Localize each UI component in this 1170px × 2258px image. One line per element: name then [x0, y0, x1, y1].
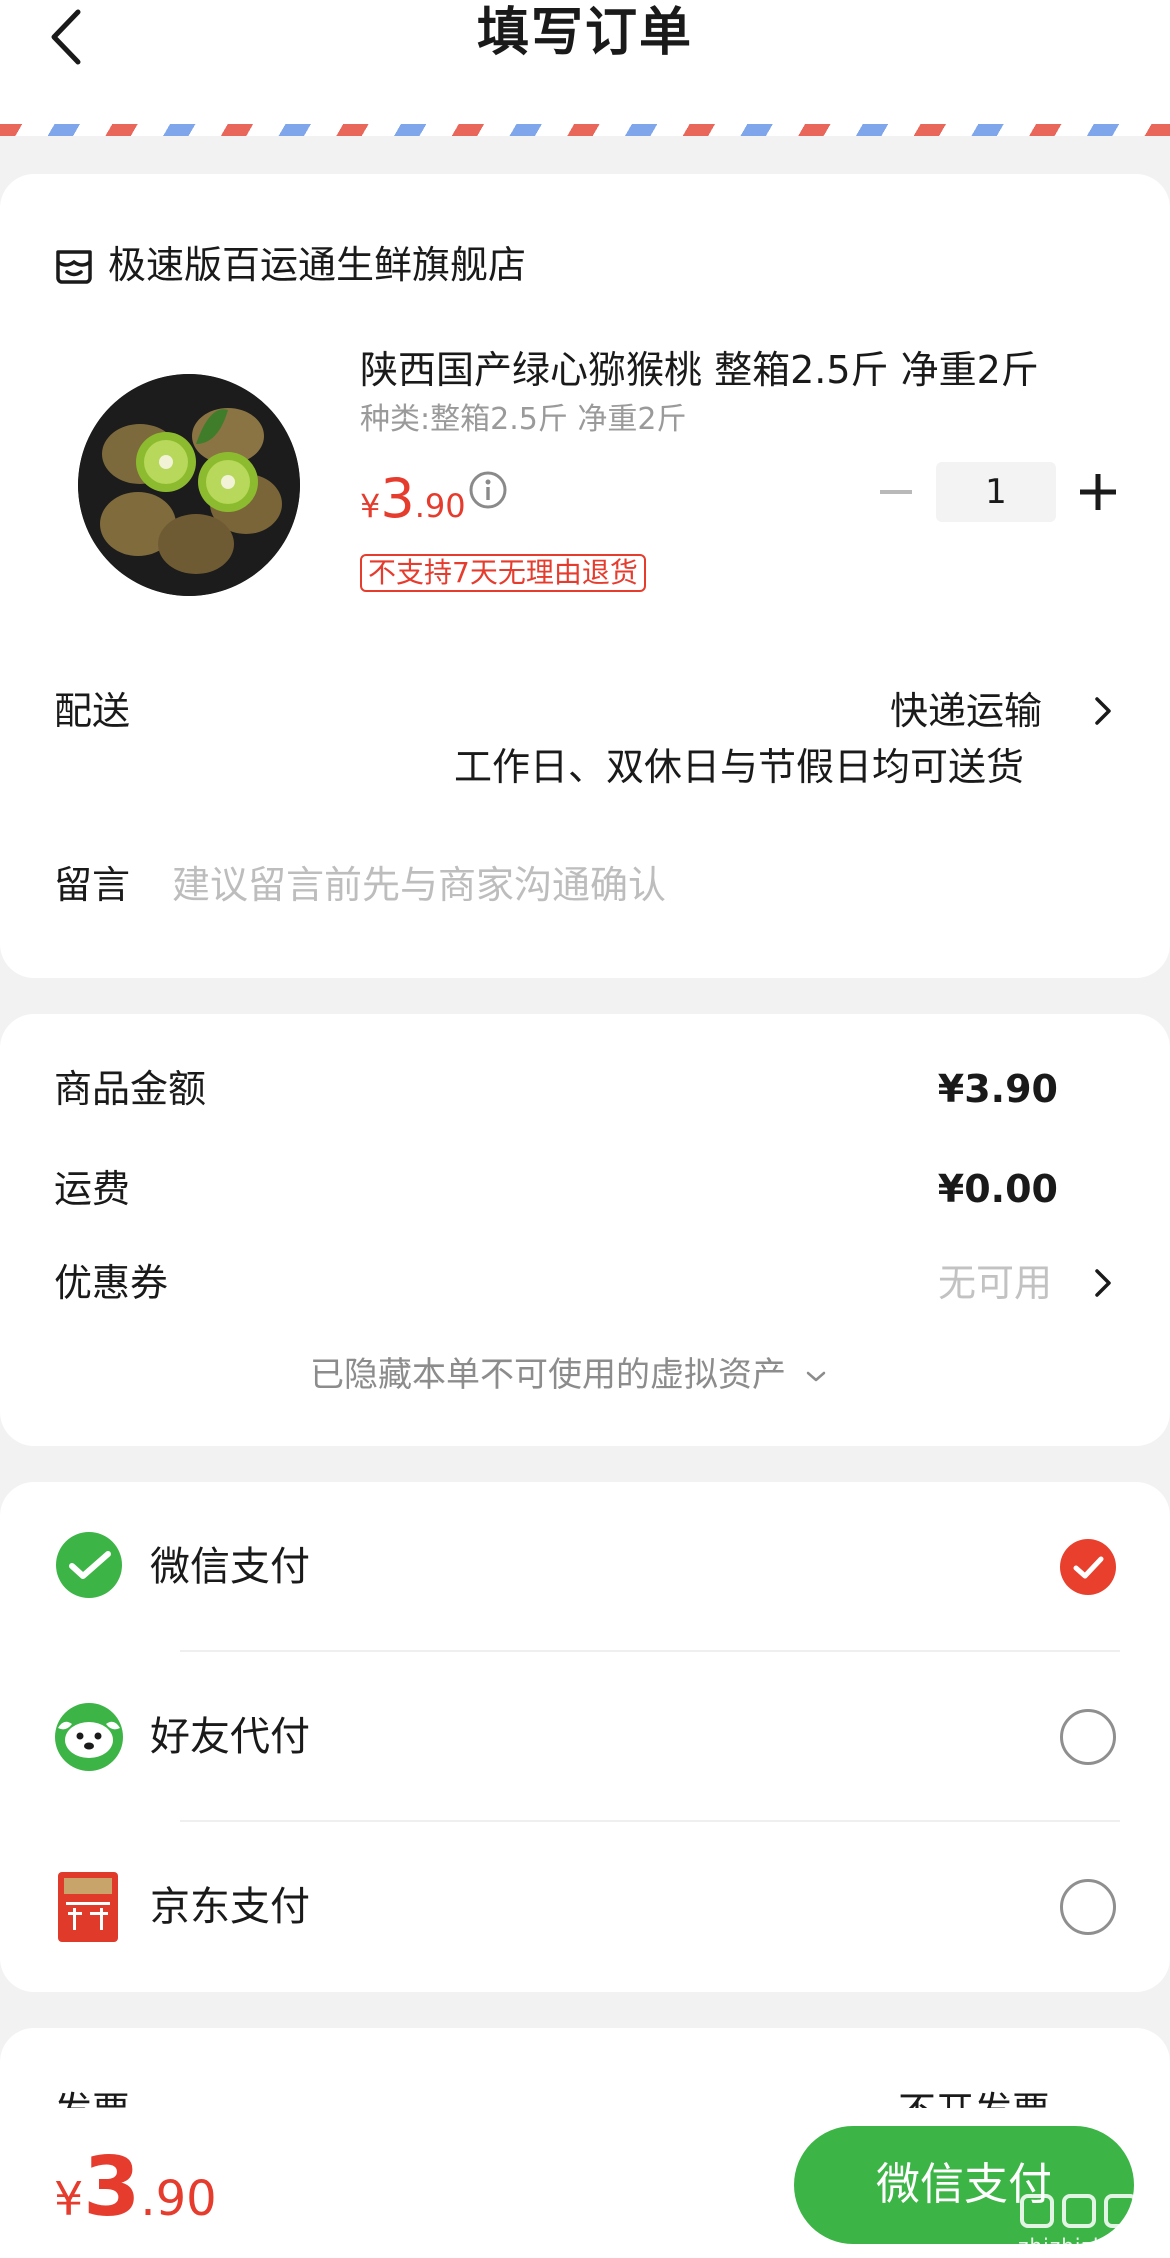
info-icon[interactable]	[468, 470, 508, 510]
store-name[interactable]: 极速版百运通生鲜旗舰店	[108, 240, 526, 290]
store-icon	[56, 250, 92, 284]
friend-pay-icon	[55, 1703, 123, 1771]
wechat-pay-icon	[56, 1532, 122, 1598]
price-integer: 3	[380, 467, 415, 530]
total-price: ¥3.90	[54, 2140, 217, 2258]
jd-pay-icon	[58, 1872, 118, 1942]
total-currency-symbol: ¥	[54, 2172, 84, 2226]
price-decimal: .90	[414, 487, 466, 525]
hidden-assets-toggle[interactable]: 已隐藏本单不可使用的虚拟资产	[310, 1352, 827, 1398]
coupon-label: 优惠券	[54, 1261, 169, 1305]
total-integer: 3	[83, 2140, 141, 2235]
page-title: 填写订单	[476, 3, 693, 63]
product-price: ¥3.90	[360, 466, 466, 545]
kiwi-fruit-image	[78, 374, 300, 596]
radio-selected-check-icon[interactable]	[1060, 1539, 1116, 1595]
delivery-label: 配送	[54, 689, 131, 733]
remark-label: 留言	[54, 863, 131, 907]
goods-amount-value: ¥3.90	[937, 1067, 1058, 1111]
delivery-method[interactable]: 快递运输	[890, 686, 1042, 736]
chevron-right-icon[interactable]	[1092, 694, 1114, 728]
freight-label: 运费	[54, 1167, 131, 1211]
product-spec[interactable]: 种类:整箱2.5斤 净重2斤	[360, 399, 686, 441]
radio-unselected[interactable]	[1060, 1879, 1116, 1935]
freight-amount-value: ¥0.00	[937, 1167, 1058, 1211]
quantity-decrease-button[interactable]	[880, 490, 912, 494]
remark-input[interactable]	[172, 860, 1072, 910]
coupon-value[interactable]: 无可用	[938, 1258, 1052, 1308]
payment-label-jd: 京东支付	[150, 1884, 310, 1930]
total-decimal: .90	[140, 2171, 217, 2227]
currency-symbol: ¥	[360, 487, 381, 525]
airmail-stripe-divider	[0, 124, 1170, 136]
payment-option-wechat[interactable]: 微信支付	[0, 1482, 1170, 1652]
payment-option-friend[interactable]: 好友代付	[0, 1652, 1170, 1822]
watermark-text: zhizhizhi.com	[1018, 2234, 1167, 2258]
delivery-note: 工作日、双休日与节假日均可送货	[454, 745, 1025, 789]
chevron-down-icon	[806, 1371, 826, 1381]
quantity-increase-button[interactable]	[1080, 474, 1116, 510]
radio-unselected[interactable]	[1060, 1709, 1116, 1765]
goods-amount-label: 商品金额	[54, 1067, 207, 1111]
return-policy-badge: 不支持7天无理由退货	[360, 554, 646, 592]
payment-label-wechat: 微信支付	[150, 1544, 310, 1590]
header-bar: 填写订单	[0, 0, 1170, 128]
product-title[interactable]: 陕西国产绿心猕猴桃 整箱2.5斤 净重2斤	[360, 345, 1039, 395]
payment-label-friend: 好友代付	[150, 1714, 310, 1760]
chevron-right-icon[interactable]	[1092, 1266, 1114, 1300]
quantity-value[interactable]: 1	[936, 462, 1056, 522]
payment-option-jd[interactable]: 京东支付	[0, 1822, 1170, 1992]
product-image[interactable]	[78, 374, 300, 596]
hidden-assets-text: 已隐藏本单不可使用的虚拟资产	[310, 1355, 786, 1395]
